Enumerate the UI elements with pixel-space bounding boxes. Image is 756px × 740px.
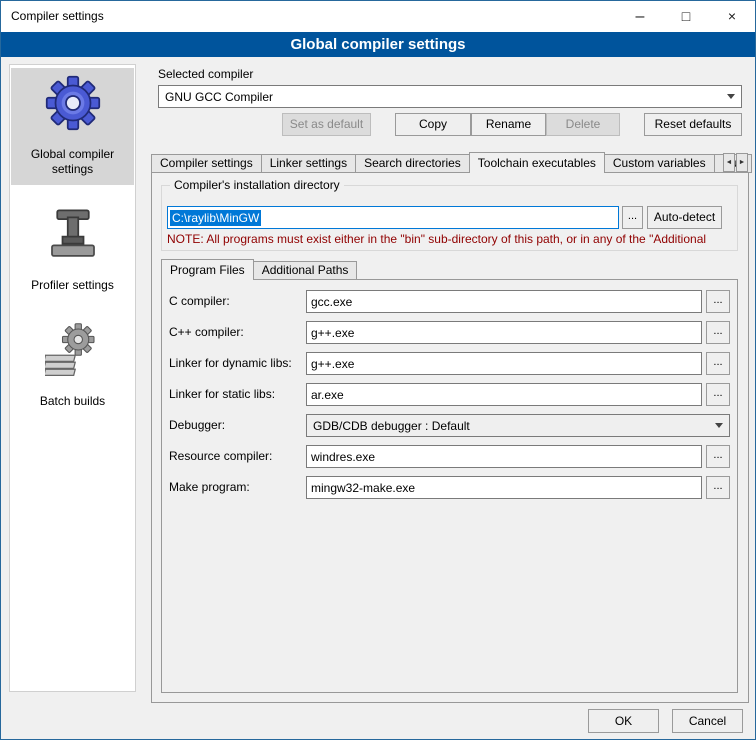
- debugger-select[interactable]: GDB/CDB debugger : Default: [306, 414, 730, 437]
- linker-static-label: Linker for static libs:: [169, 387, 275, 401]
- ok-button[interactable]: OK: [588, 709, 659, 733]
- c-compiler-label: C compiler:: [169, 294, 230, 308]
- batch-builds-icon: [45, 322, 101, 378]
- linker-dynamic-input[interactable]: [306, 352, 702, 375]
- settings-category-list: Global compiler settings Profiler settin…: [9, 64, 136, 692]
- rename-button[interactable]: Rename: [471, 113, 546, 136]
- cancel-button[interactable]: Cancel: [672, 709, 743, 733]
- cpp-compiler-label: C++ compiler:: [169, 325, 244, 339]
- chevron-down-icon: [727, 94, 735, 99]
- minimize-button[interactable]: –: [617, 1, 663, 32]
- make-program-input[interactable]: [306, 476, 702, 499]
- cpp-compiler-input[interactable]: [306, 321, 702, 344]
- delete-button[interactable]: Delete: [546, 113, 620, 136]
- linker-static-input[interactable]: [306, 383, 702, 406]
- tab-scroll-left-button[interactable]: ◄: [723, 153, 735, 172]
- installation-directory-browse-button[interactable]: ...: [622, 206, 643, 229]
- reset-defaults-button[interactable]: Reset defaults: [644, 113, 742, 136]
- sidebar-item-label: Batch builds: [13, 394, 132, 409]
- tab-program-files[interactable]: Program Files: [161, 259, 254, 280]
- tab-custom-variables[interactable]: Custom variables: [604, 154, 715, 173]
- tab-additional-paths[interactable]: Additional Paths: [253, 261, 358, 280]
- window-controls: – □ ×: [617, 1, 755, 32]
- resource-compiler-label: Resource compiler:: [169, 449, 272, 463]
- make-program-browse-button[interactable]: ...: [706, 476, 730, 499]
- tab-toolchain-executables[interactable]: Toolchain executables: [469, 152, 605, 173]
- installation-directory-group-title: Compiler's installation directory: [170, 178, 344, 192]
- debugger-label: Debugger:: [169, 418, 225, 432]
- sidebar-item-label: Profiler settings: [13, 278, 132, 293]
- close-button[interactable]: ×: [709, 1, 755, 32]
- installation-directory-value: C:\raylib\MinGW: [170, 210, 261, 226]
- c-compiler-browse-button[interactable]: ...: [706, 290, 730, 313]
- dialog-header: Global compiler settings: [1, 32, 755, 57]
- selected-compiler-label: Selected compiler: [158, 67, 253, 81]
- settings-tabstrip: Compiler settings Linker settings Search…: [151, 152, 751, 173]
- sidebar-item-label: Global compiler settings: [13, 147, 132, 177]
- chevron-down-icon: [715, 423, 723, 428]
- copy-button[interactable]: Copy: [395, 113, 471, 136]
- compiler-select-value: GNU GCC Compiler: [165, 90, 721, 104]
- resource-compiler-input[interactable]: [306, 445, 702, 468]
- resource-compiler-browse-button[interactable]: ...: [706, 445, 730, 468]
- make-program-label: Make program:: [169, 480, 250, 494]
- set-as-default-button[interactable]: Set as default: [282, 113, 371, 136]
- compiler-settings-window: Compiler settings – □ × Global compiler …: [0, 0, 756, 740]
- bin-subdirectory-note: NOTE: All programs must exist either in …: [167, 232, 735, 246]
- sidebar-item-profiler-settings[interactable]: Profiler settings: [11, 199, 134, 301]
- linker-static-browse-button[interactable]: ...: [706, 383, 730, 406]
- c-compiler-input[interactable]: [306, 290, 702, 313]
- tab-scroll-right-button[interactable]: ►: [736, 153, 748, 172]
- linker-dynamic-label: Linker for dynamic libs:: [169, 356, 292, 370]
- titlebar: Compiler settings – □ ×: [1, 1, 755, 32]
- debugger-select-value: GDB/CDB debugger : Default: [313, 419, 709, 433]
- cpp-compiler-browse-button[interactable]: ...: [706, 321, 730, 344]
- installation-directory-input[interactable]: C:\raylib\MinGW: [167, 206, 619, 229]
- maximize-button[interactable]: □: [663, 1, 709, 32]
- programs-tabstrip: Program Files Additional Paths: [161, 259, 356, 280]
- compiler-select[interactable]: GNU GCC Compiler: [158, 85, 742, 108]
- tab-compiler-settings[interactable]: Compiler settings: [151, 154, 262, 173]
- tab-search-directories[interactable]: Search directories: [355, 154, 470, 173]
- window-title: Compiler settings: [11, 1, 104, 32]
- sidebar-item-batch-builds[interactable]: Batch builds: [11, 315, 134, 417]
- gear-icon: [45, 75, 101, 131]
- auto-detect-button[interactable]: Auto-detect: [647, 206, 722, 229]
- tab-linker-settings[interactable]: Linker settings: [261, 154, 356, 173]
- profiler-tool-icon: [45, 206, 101, 262]
- sidebar-item-global-compiler-settings[interactable]: Global compiler settings: [11, 68, 134, 185]
- linker-dynamic-browse-button[interactable]: ...: [706, 352, 730, 375]
